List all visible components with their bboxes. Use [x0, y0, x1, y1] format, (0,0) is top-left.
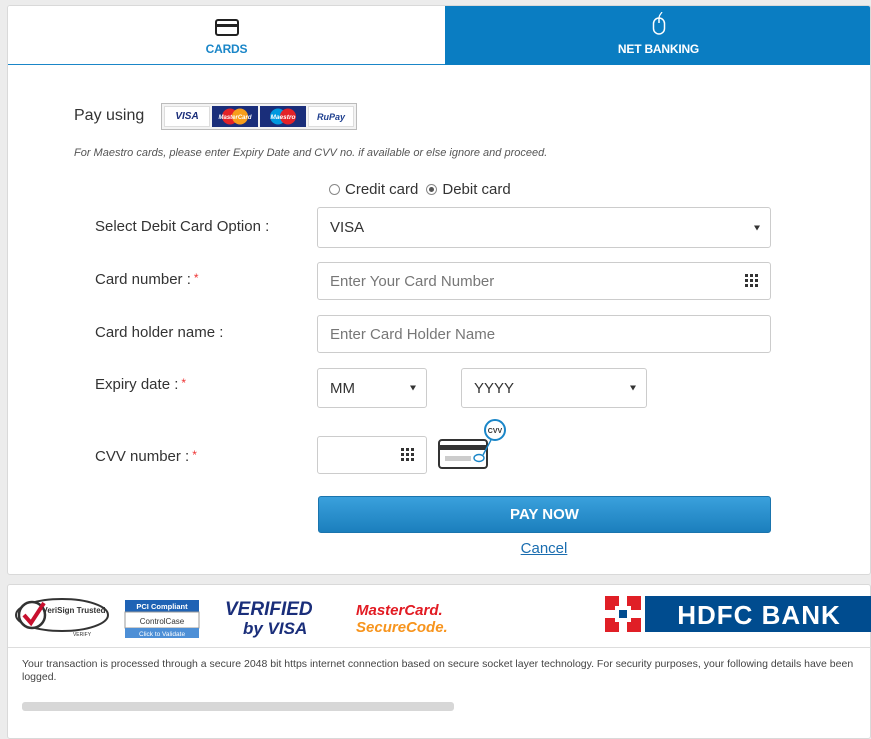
logged-details-redacted — [22, 702, 454, 711]
hdfc-bank-name: HDFC BANK — [677, 600, 841, 630]
mc-secure-line1: MasterCard. — [356, 602, 443, 619]
verisign-seal[interactable]: VeriSign Trusted VERIFY — [12, 595, 112, 639]
pci-brand: ControlCase — [140, 617, 185, 626]
keypad-icon[interactable] — [400, 447, 416, 463]
cvv-label: CVV number : * — [95, 448, 197, 465]
card-option-select[interactable]: VISA — [317, 207, 771, 248]
chevron-down-icon — [754, 225, 760, 230]
debit-card-label[interactable]: Debit card — [442, 181, 510, 198]
card-holder-placeholder: Enter Card Holder Name — [330, 325, 496, 343]
pci-compliant-badge[interactable]: PCI Compliant ControlCase Click to Valid… — [122, 598, 202, 640]
payment-tabs: CARDS NET BANKING — [8, 6, 870, 65]
verisign-text: VeriSign Trusted — [42, 606, 105, 615]
credit-card-radio[interactable] — [329, 184, 340, 195]
credit-card-label[interactable]: Credit card — [345, 181, 418, 198]
required-marker: * — [192, 448, 197, 462]
security-badges: VeriSign Trusted VERIFY PCI Compliant Co… — [8, 585, 871, 643]
hdfc-bank-logo: HDFC BANK — [605, 592, 871, 636]
mastercard-securecode-logo: MasterCard. SecureCode. — [356, 602, 448, 636]
maestro-logo-text: Maestro — [271, 114, 296, 121]
cvv-help-text: CVV — [488, 428, 503, 435]
cvv-help-icon[interactable]: CVV — [437, 416, 513, 472]
required-marker: * — [181, 376, 187, 390]
required-marker: * — [193, 271, 199, 285]
security-footer: VeriSign Trusted VERIFY PCI Compliant Co… — [7, 584, 871, 739]
mouse-icon — [652, 12, 665, 35]
expiry-date-label: Expiry date : * — [95, 376, 187, 393]
tab-net-banking[interactable]: NET BANKING — [445, 6, 870, 65]
visa-logo: VISA — [164, 106, 210, 127]
tab-cards[interactable]: CARDS — [8, 6, 445, 65]
keypad-icon[interactable] — [744, 273, 760, 289]
pay-now-button[interactable]: PAY NOW — [318, 496, 771, 533]
rupay-logo: RuPay — [308, 106, 354, 127]
mastercard-logo: MasterCard — [212, 106, 258, 127]
card-option-value: VISA — [330, 219, 365, 236]
maestro-note: For Maestro cards, please enter Expiry D… — [74, 147, 548, 159]
chevron-down-icon — [630, 385, 636, 391]
pay-using-label: Pay using — [74, 107, 145, 124]
mc-secure-line2: SecureCode. — [356, 619, 448, 636]
mastercard-logo-text: MasterCard — [218, 115, 251, 121]
maestro-logo: Maestro — [260, 106, 306, 127]
card-holder-label: Card holder name : — [95, 324, 224, 341]
card-type-selector: Credit card Debit card — [329, 181, 519, 198]
verified-visa-line2: by VISA — [243, 619, 307, 638]
chevron-down-icon — [410, 385, 416, 391]
expiry-month-value: MM — [330, 379, 355, 397]
card-option-label: Select Debit Card Option : — [95, 218, 270, 235]
card-icon — [214, 19, 239, 36]
pci-sub: Click to Validate — [139, 631, 186, 638]
footer-divider — [8, 647, 871, 648]
tab-cards-label: CARDS — [205, 42, 248, 56]
pci-title: PCI Compliant — [136, 602, 188, 611]
verisign-sub: VERIFY — [73, 632, 92, 638]
security-notice: Your transaction is processed through a … — [22, 658, 854, 683]
card-logos: VISA MasterCard Maestro RuPay — [161, 103, 357, 130]
cancel-link[interactable]: Cancel — [8, 540, 870, 557]
cvv-input[interactable] — [317, 436, 427, 474]
payment-panel: CARDS NET BANKING Pay using VISA MasterC… — [7, 5, 871, 575]
card-holder-input[interactable]: Enter Card Holder Name — [317, 315, 771, 353]
card-number-label: Card number : * — [95, 271, 199, 288]
expiry-month-select[interactable]: MM — [317, 368, 427, 408]
card-number-input[interactable]: Enter Your Card Number — [317, 262, 771, 300]
expiry-year-value: YYYY — [474, 379, 515, 397]
card-number-placeholder: Enter Your Card Number — [330, 272, 495, 290]
tab-net-banking-label: NET BANKING — [617, 42, 700, 56]
verified-visa-line1: VERIFIED — [225, 599, 313, 620]
verified-by-visa-logo: VERIFIED by VISA — [225, 599, 313, 638]
debit-card-radio[interactable] — [426, 184, 438, 195]
expiry-year-select[interactable]: YYYY — [461, 368, 647, 408]
